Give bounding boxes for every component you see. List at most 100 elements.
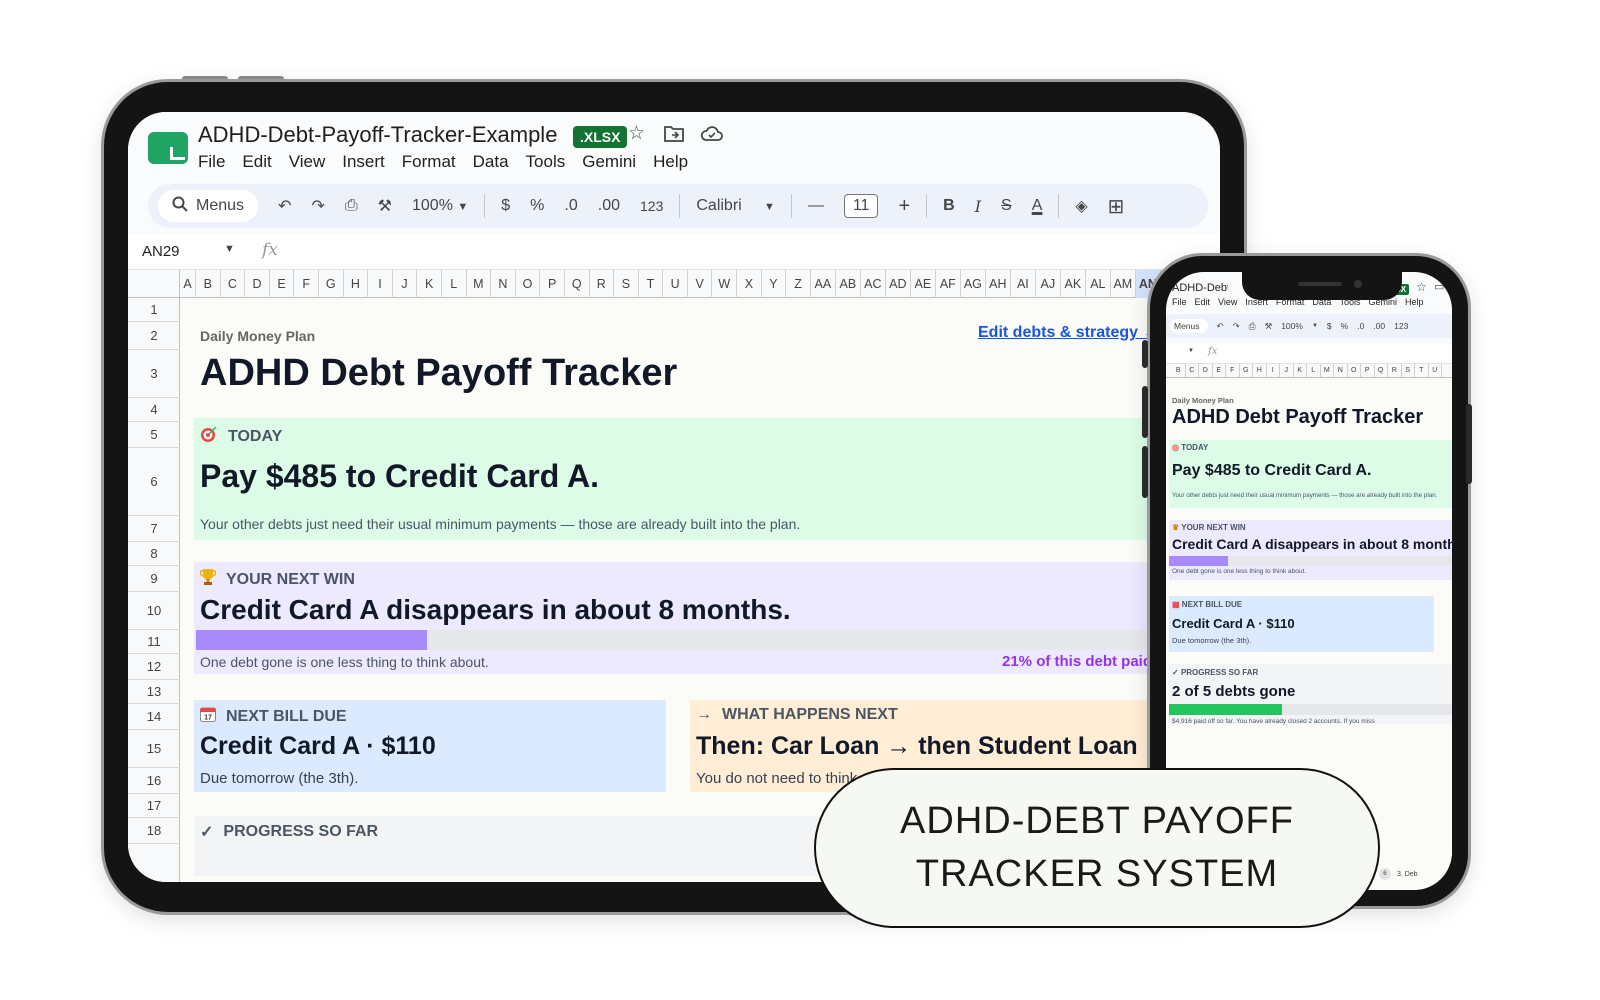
row-header[interactable]: 11: [128, 630, 180, 654]
menu-data[interactable]: Data: [473, 152, 509, 172]
undo-icon[interactable]: ↶: [1217, 321, 1224, 332]
decrease-decimal-button[interactable]: .0: [564, 197, 577, 215]
currency-button[interactable]: $: [501, 197, 510, 215]
column-header[interactable]: O: [1348, 364, 1361, 377]
print-icon[interactable]: ⎙: [345, 197, 358, 215]
row-header[interactable]: 1: [128, 298, 180, 322]
menu-help[interactable]: Help: [653, 152, 688, 172]
row-header[interactable]: 12: [128, 654, 180, 680]
redo-icon[interactable]: ↷: [1233, 321, 1240, 332]
column-header[interactable]: Q: [1375, 364, 1388, 377]
column-header[interactable]: L: [442, 270, 467, 298]
column-header[interactable]: AJ: [1036, 270, 1061, 298]
column-header[interactable]: F: [294, 270, 319, 298]
column-header[interactable]: X: [737, 270, 762, 298]
row-header[interactable]: 7: [128, 516, 180, 542]
column-header[interactable]: AA: [811, 270, 836, 298]
column-header[interactable]: AB: [836, 270, 861, 298]
decrease-decimal-button[interactable]: .0: [1357, 321, 1364, 331]
chevron-down-icon[interactable]: ▼: [224, 243, 235, 255]
column-header[interactable]: B: [196, 270, 221, 298]
row-header[interactable]: 4: [128, 398, 180, 422]
name-box[interactable]: AN29: [142, 243, 180, 260]
column-header[interactable]: D: [245, 270, 270, 298]
font-select[interactable]: Calibri ▼: [696, 197, 774, 215]
move-folder-icon[interactable]: [664, 124, 684, 148]
column-header[interactable]: F: [1226, 364, 1240, 377]
column-header[interactable]: V: [688, 270, 713, 298]
column-header[interactable]: S: [614, 270, 639, 298]
column-header[interactable]: W: [712, 270, 738, 298]
row-header[interactable]: 9: [128, 566, 180, 592]
phone-document-title[interactable]: ADHD-Debt-Payoff-Tracker-Example: [1172, 282, 1228, 294]
column-header[interactable]: C: [221, 270, 246, 298]
column-header[interactable]: AE: [911, 270, 936, 298]
row-header[interactable]: 10: [128, 592, 180, 630]
paint-format-icon[interactable]: ⚒: [378, 196, 392, 216]
cloud-icon[interactable]: [700, 124, 724, 148]
column-header[interactable]: I: [368, 270, 393, 298]
menu-search[interactable]: Menus: [1170, 319, 1208, 333]
column-header[interactable]: L: [1307, 364, 1321, 377]
column-header[interactable]: AG: [961, 270, 986, 298]
strikethrough-button[interactable]: S: [1001, 197, 1012, 215]
menu-view[interactable]: View: [289, 152, 326, 172]
row-header[interactable]: 5: [128, 422, 180, 448]
column-header[interactable]: H: [1253, 364, 1267, 377]
column-header[interactable]: B: [1172, 364, 1186, 377]
font-size-decrease-icon[interactable]: —: [808, 197, 824, 215]
column-header[interactable]: Y: [762, 270, 787, 298]
borders-icon[interactable]: ⊞: [1108, 194, 1125, 219]
menu-edit[interactable]: Edit: [242, 152, 271, 172]
menu-file[interactable]: File: [198, 152, 225, 172]
column-header[interactable]: Q: [565, 270, 590, 298]
column-header[interactable]: G: [1240, 364, 1253, 377]
column-header[interactable]: T: [639, 270, 664, 298]
row-header[interactable]: 8: [128, 542, 180, 566]
column-header[interactable]: T: [1415, 364, 1429, 377]
row-header[interactable]: 17: [128, 794, 180, 818]
column-header[interactable]: AD: [886, 270, 911, 298]
number-format-button[interactable]: 123: [1394, 321, 1408, 331]
column-header[interactable]: AL: [1086, 270, 1111, 298]
column-header[interactable]: J: [393, 270, 418, 298]
menu-insert[interactable]: Insert: [342, 152, 385, 172]
font-size-field[interactable]: 11: [843, 194, 879, 218]
column-header[interactable]: P: [1361, 364, 1375, 377]
percent-button[interactable]: %: [1341, 321, 1349, 331]
bold-button[interactable]: B: [943, 197, 955, 215]
row-header[interactable]: 14: [128, 704, 180, 730]
chevron-down-icon[interactable]: ▼: [1188, 348, 1194, 354]
percent-button[interactable]: %: [530, 197, 544, 215]
column-header[interactable]: U: [663, 270, 688, 298]
star-icon[interactable]: ☆: [628, 122, 645, 145]
column-header[interactable]: S: [1402, 364, 1415, 377]
column-header[interactable]: G: [319, 270, 344, 298]
increase-decimal-button[interactable]: .00: [598, 197, 620, 215]
column-header[interactable]: E: [270, 270, 295, 298]
menu-view[interactable]: View: [1218, 297, 1237, 307]
column-header[interactable]: AI: [1011, 270, 1036, 298]
redo-icon[interactable]: ↷: [311, 196, 324, 216]
column-header[interactable]: AC: [861, 270, 886, 298]
column-header[interactable]: A: [180, 270, 196, 298]
column-header[interactable]: M: [1321, 364, 1334, 377]
column-header[interactable]: E: [1213, 364, 1226, 377]
sheet-tab[interactable]: 3. Deb: [1397, 871, 1418, 878]
menu-gemini[interactable]: Gemini: [582, 152, 636, 172]
grid-corner[interactable]: [128, 270, 180, 298]
menu-search[interactable]: Menus: [158, 190, 259, 222]
italic-button[interactable]: I: [975, 197, 981, 216]
edit-debts-link[interactable]: Edit debts & strategy →: [978, 324, 1158, 342]
increase-decimal-button[interactable]: .00: [1373, 321, 1385, 331]
star-icon[interactable]: ☆: [1416, 280, 1427, 294]
column-header[interactable]: K: [417, 270, 442, 298]
menu-help[interactable]: Help: [1405, 297, 1424, 307]
column-header[interactable]: M: [467, 270, 492, 298]
column-header[interactable]: AM: [1111, 270, 1136, 298]
column-header[interactable]: K: [1294, 364, 1307, 377]
sheets-logo-icon[interactable]: [148, 132, 188, 164]
column-header[interactable]: N: [491, 270, 516, 298]
row-header[interactable]: 16: [128, 768, 180, 794]
menu-file[interactable]: File: [1172, 297, 1187, 307]
